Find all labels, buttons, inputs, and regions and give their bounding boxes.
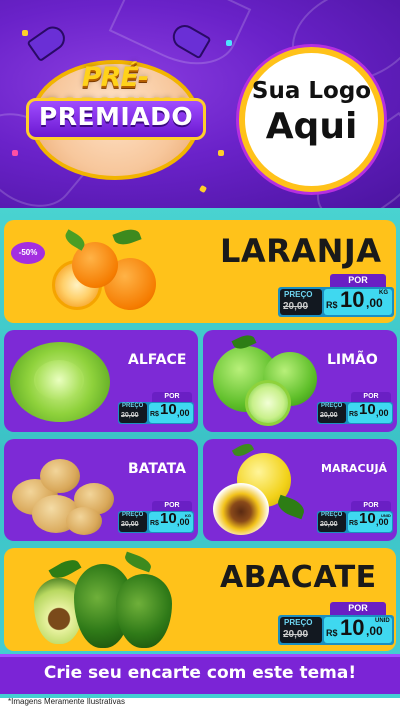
campaign-subtitle: PREMIADO <box>38 102 194 131</box>
product-name: MARACUJÁ <box>321 462 388 475</box>
preco-label: PREÇO <box>321 403 343 409</box>
header-banner: PRÉ-CARNAVAL PREMIADO Sua Logo Aqui <box>0 0 400 208</box>
product-name: LIMÃO <box>327 352 378 368</box>
new-price-cents: ,00 <box>376 517 389 527</box>
preco-label: PREÇO <box>284 290 313 299</box>
product-name: BATATA <box>128 461 186 477</box>
new-price: 10 <box>359 401 376 418</box>
por-label: POR <box>330 602 386 615</box>
product-name: ALFACE <box>128 352 187 368</box>
product-card-maracuja: MARACUJÁ POR PREÇO 20,00 R$ 10 ,00 UNID <box>203 439 397 541</box>
preco-label: PREÇO <box>284 618 313 627</box>
preco-label: PREÇO <box>122 512 144 518</box>
currency: R$ <box>150 520 159 527</box>
discount-badge: -50% <box>11 242 45 264</box>
old-price: 20,00 <box>121 521 139 528</box>
old-price: 20,00 <box>320 521 338 528</box>
currency: R$ <box>326 628 338 638</box>
preco-label: PREÇO <box>321 512 343 518</box>
old-price: 20,00 <box>283 629 309 640</box>
product-name: LARANJA <box>220 232 382 270</box>
new-price: 10 <box>340 287 365 312</box>
currency: R$ <box>150 411 159 418</box>
old-price: 20,00 <box>121 412 139 419</box>
old-price: 20,00 <box>320 412 338 419</box>
preco-label: PREÇO <box>122 403 144 409</box>
flyer-page: PRÉ-CARNAVAL PREMIADO Sua Logo Aqui -50%… <box>0 0 400 711</box>
new-price-cents: ,00 <box>177 408 190 418</box>
new-price-cents: ,00 <box>376 408 389 418</box>
logo-text-line2: Aqui <box>265 106 358 147</box>
party-horn-icon <box>26 21 70 63</box>
new-price-cents: ,00 <box>177 517 190 527</box>
new-price: 10 <box>160 401 177 418</box>
new-price: 10 <box>160 510 177 527</box>
product-card-alface: ALFACE POR PREÇO 20,00 R$ 10 ,00 <box>4 330 198 432</box>
new-price: 10 <box>359 510 376 527</box>
product-card-batata: BATATA POR PREÇO 20,00 R$ 10 ,00 KG <box>4 439 198 541</box>
new-price-cents: ,00 <box>366 624 383 638</box>
product-card-abacate: ABACATE POR PREÇO 20,00 R$ 10 ,00 UNID <box>4 548 396 651</box>
logo-text-line1: Sua Logo <box>251 78 372 104</box>
unit-label: UNID <box>375 618 390 624</box>
currency: R$ <box>326 300 338 310</box>
product-name: ABACATE <box>220 560 377 595</box>
cta-text: Crie seu encarte com este tema! <box>43 663 357 683</box>
product-card-laranja: -50% LARANJA POR PREÇO 20,00 R$ 10 ,00 K… <box>4 220 396 323</box>
unit-label: UNID <box>381 513 391 518</box>
unit-label: KG <box>379 290 388 296</box>
currency: R$ <box>349 411 358 418</box>
new-price: 10 <box>340 615 365 640</box>
por-label: POR <box>330 274 386 287</box>
disclaimer-text: *Imagens Meramente Ilustrativas <box>8 697 125 706</box>
unit-label: KG <box>185 513 191 518</box>
new-price-cents: ,00 <box>366 296 383 310</box>
product-card-limao: LIMÃO POR PREÇO 20,00 R$ 10 ,00 <box>203 330 397 432</box>
old-price: 20,00 <box>283 301 309 312</box>
currency: R$ <box>349 520 358 527</box>
